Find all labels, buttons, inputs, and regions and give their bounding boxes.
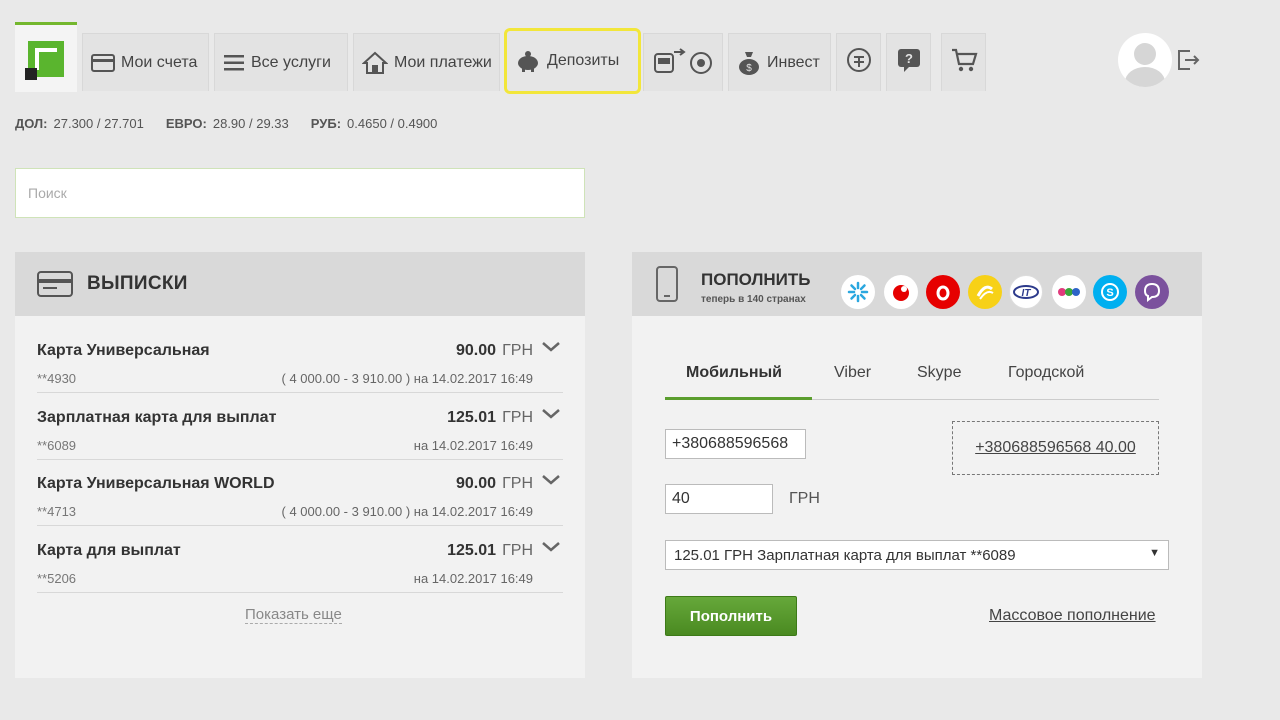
statement-row[interactable]: Карта Универсальная **4930 90.00 ГРН ( 4… — [37, 327, 563, 393]
viber-icon[interactable] — [1135, 275, 1169, 309]
active-tab-indicator — [665, 397, 812, 400]
kyivstar-icon[interactable] — [841, 275, 875, 309]
rate-eur: ЕВРО: 28.90 / 29.33 — [165, 116, 289, 131]
phone-icon — [656, 266, 678, 302]
tab-all-services[interactable]: Все услуги — [214, 33, 348, 91]
card-amount: 90.00 — [455, 342, 496, 359]
card-detail: на 14.02.2017 16:49 — [413, 571, 533, 586]
home-icon — [362, 51, 388, 75]
transport-icon — [652, 46, 712, 80]
card-detail: ( 4 000.00 - 3 910.00 ) на 14.02.2017 16… — [281, 371, 533, 386]
svg-text:S: S — [1106, 287, 1113, 299]
vodafone-dot-icon[interactable] — [884, 275, 918, 309]
chevron-down-icon[interactable] — [541, 339, 561, 355]
tab-viber[interactable]: Viber — [834, 364, 871, 382]
intertelecom-icon[interactable]: IT — [1009, 275, 1043, 309]
skype-icon[interactable]: S — [1093, 275, 1127, 309]
amount-field[interactable] — [665, 484, 773, 514]
tab-deposits[interactable]: Депозиты — [504, 28, 641, 94]
tab-label: Все услуги — [251, 53, 331, 71]
card-number: **6089 — [37, 438, 77, 453]
vodafone-icon[interactable] — [926, 275, 960, 309]
topup-subtitle: теперь в 140 странах — [701, 294, 806, 305]
card-name: Карта для выплат — [37, 542, 181, 559]
chevron-down-icon[interactable] — [541, 406, 561, 422]
tab-landline[interactable]: Городской — [1008, 364, 1084, 382]
tab-cart[interactable] — [941, 33, 986, 91]
currency-label: ГРН — [789, 490, 820, 507]
logout-icon[interactable] — [1176, 48, 1200, 72]
card-icon — [37, 271, 73, 297]
card-currency: ГРН — [502, 409, 533, 426]
card-detail: на 14.02.2017 16:49 — [413, 438, 533, 453]
privatbank-logo[interactable] — [15, 22, 77, 92]
card-currency: ГРН — [502, 542, 533, 559]
statements-header: ВЫПИСКИ — [15, 252, 585, 316]
top-navigation: Мои счета Все услуги Мои платежи Депозит… — [0, 0, 1280, 94]
statement-row[interactable]: Зарплатная карта для выплат **6089 125.0… — [37, 394, 563, 460]
tab-my-payments[interactable]: Мои платежи — [353, 33, 500, 91]
topup-button[interactable]: Пополнить — [665, 596, 797, 636]
tab-invest[interactable]: $ Инвест — [728, 33, 831, 91]
card-name: Карта Универсальная WORLD — [37, 475, 275, 492]
tab-help[interactable]: ? — [886, 33, 931, 91]
chevron-down-icon[interactable] — [541, 472, 561, 488]
topup-header: ПОПОЛНИТЬ теперь в 140 странах IT S — [632, 252, 1202, 316]
list-icon — [223, 53, 245, 73]
chevron-down-icon[interactable] — [541, 539, 561, 555]
rate-usd: ДОЛ: 27.300 / 27.701 — [15, 116, 144, 131]
topup-tabs: Мобильный Viber Skype Городской — [665, 362, 1159, 400]
tab-label: Мои счета — [121, 53, 198, 71]
show-more-link[interactable]: Показать еще — [245, 606, 342, 624]
saved-topup-label: +380688596568 40.00 — [975, 439, 1136, 456]
saved-topup-entry[interactable]: +380688596568 40.00 — [952, 421, 1159, 475]
rate-rub: РУБ: 0.4650 / 0.4900 — [310, 116, 438, 131]
tab-my-accounts[interactable]: Мои счета — [82, 33, 209, 91]
avatar[interactable] — [1118, 33, 1172, 87]
card-amount: 90.00 — [455, 475, 496, 492]
lifecell-icon[interactable] — [968, 275, 1002, 309]
topup-title: ПОПОЛНИТЬ — [701, 270, 811, 289]
money-bag-icon: $ — [737, 50, 761, 76]
statement-row[interactable]: Карта Универсальная WORLD **4713 90.00 Г… — [37, 460, 563, 526]
card-number: **4713 — [37, 504, 77, 519]
cart-icon — [950, 47, 978, 78]
tab-currency[interactable] — [836, 33, 881, 91]
trimob-icon[interactable] — [1052, 275, 1086, 309]
card-detail: ( 4 000.00 - 3 910.00 ) на 14.02.2017 16… — [281, 504, 533, 519]
card-name: Карта Универсальная — [37, 342, 210, 359]
card-currency: ГРН — [502, 342, 533, 359]
card-number: **5206 — [37, 571, 77, 586]
card-amount: 125.01 — [447, 409, 496, 426]
card-currency: ГРН — [502, 475, 533, 492]
piggy-bank-icon — [515, 50, 541, 72]
help-icon: ? — [896, 47, 922, 78]
tab-label: Депозиты — [547, 52, 620, 69]
tab-mobile[interactable]: Мобильный — [686, 364, 782, 382]
statement-row[interactable]: Карта для выплат **5206 125.01 ГРН на 14… — [37, 527, 563, 593]
tab-skype[interactable]: Skype — [917, 364, 961, 382]
search-input[interactable] — [16, 169, 584, 217]
currency-icon — [846, 47, 872, 78]
source-card-value: 125.01 ГРН Зарплатная карта для выплат *… — [674, 547, 1016, 564]
tab-transport[interactable] — [643, 33, 723, 91]
source-card-select[interactable]: 125.01 ГРН Зарплатная карта для выплат *… — [665, 540, 1169, 570]
card-name: Зарплатная карта для выплат — [37, 409, 277, 426]
card-icon — [91, 53, 115, 72]
search-box — [15, 168, 585, 218]
svg-text:IT: IT — [1022, 288, 1032, 299]
tab-label: Инвест — [767, 53, 820, 71]
logo-icon — [25, 40, 64, 80]
phone-field[interactable] — [665, 429, 806, 459]
exchange-rates: ДОЛ: 27.300 / 27.701 ЕВРО: 28.90 / 29.33 Р… — [15, 116, 437, 131]
svg-text:?: ? — [905, 51, 913, 66]
mass-topup-link[interactable]: Массовое пополнение — [989, 607, 1156, 625]
tab-label: Мои платежи — [394, 53, 492, 71]
dropdown-arrow-icon: ▼ — [1149, 547, 1160, 559]
card-amount: 125.01 — [447, 542, 496, 559]
card-number: **4930 — [37, 371, 77, 386]
svg-text:$: $ — [746, 63, 752, 74]
statements-title: ВЫПИСКИ — [87, 273, 188, 294]
